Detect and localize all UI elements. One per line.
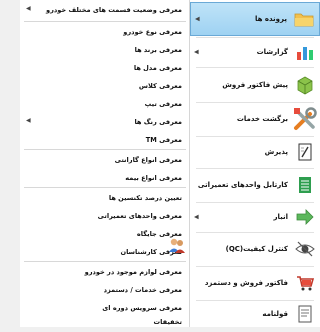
submenu-item-label: معرفی لوازم موجود در خودرو: [84, 268, 182, 276]
submenu-item-repair-units[interactable]: معرفی واحدهای تعمیراتی: [20, 206, 190, 226]
menu-item-label: گزارشات: [256, 48, 288, 56]
menu-item-service-return[interactable]: برگشت خدمات: [190, 103, 320, 135]
menu-item-label: پذیرش: [264, 148, 288, 156]
submenu-item-label: معرفی وضعیت قسمت های مختلف خودرو: [46, 6, 182, 14]
menu-item-label: برگشت خدمات: [236, 115, 288, 123]
users-icon: [169, 238, 185, 253]
main-menu: ◀ پرونده ها ◀ گزارشات پیش فاکتور فروش بر…: [190, 0, 320, 327]
folder-icon: [294, 13, 314, 27]
menu-item-label: کنترل کیفیت(QC): [225, 245, 288, 253]
submenu-item-label: معرفی انواع گارانتی: [114, 156, 182, 164]
submenu-item-vehicle-parts-status[interactable]: معرفی وضعیت قسمت های مختلف خودرو ◀: [20, 0, 190, 20]
submenu-item-label: تخفیفات: [153, 318, 182, 326]
chevron-left-icon: ◀: [26, 117, 31, 124]
submenu-item-label: تعیین درصد تکنسین ها: [108, 194, 182, 202]
submenu-item-class[interactable]: معرفی کلاس: [20, 76, 190, 96]
chevron-left-icon: ◀: [195, 15, 200, 23]
chevron-left-icon: ◀: [194, 48, 199, 56]
submenu-item-label: معرفی واحدهای تعمیراتی: [97, 212, 182, 220]
menu-item-sales-invoice[interactable]: فاکتور فروش و دستمزد: [190, 267, 320, 299]
menu-item-contract[interactable]: قولنامه: [190, 301, 320, 327]
menu-item-label: فاکتور فروش و دستمزد: [204, 279, 288, 287]
submenu-item-label: معرفی TM: [145, 136, 182, 144]
submenu-item-label: معرفی سرویس دوره ای: [102, 304, 182, 312]
chevron-left-icon: ◀: [194, 213, 199, 221]
submenu-item-insurance-types[interactable]: معرفی انواع بیمه: [20, 168, 190, 188]
submenu-item-label: معرفی رنگ ها: [134, 118, 182, 126]
chevron-left-icon: ◀: [26, 5, 31, 12]
submenu-item-warranty-types[interactable]: معرفی انواع گارانتی: [20, 150, 190, 170]
submenu-item-models[interactable]: معرفی مدل ها: [20, 58, 190, 78]
menu-item-files[interactable]: ◀ پرونده ها: [190, 2, 320, 36]
submenu-item-bays[interactable]: معرفی جایگاه: [20, 224, 190, 244]
submenu-item-label: معرفی تیپ: [144, 100, 182, 108]
pre-invoice-icon: [297, 76, 313, 95]
submenu-item-label: معرفی کلاس: [138, 82, 182, 90]
submenu-item-trim[interactable]: معرفی تیپ: [20, 94, 190, 114]
submenu-item-colors[interactable]: معرفی رنگ ها ◀: [20, 112, 190, 132]
menu-item-quality-control[interactable]: کنترل کیفیت(QC): [190, 233, 320, 265]
tools-icon: [294, 107, 317, 130]
submenu-item-label: معرفی برند ها: [134, 46, 182, 54]
menu-item-label: پرونده ها: [254, 15, 287, 23]
shopping-cart-icon: [297, 276, 315, 291]
submenu-item-vehicle-accessories[interactable]: معرفی لوازم موجود در خودرو: [20, 262, 190, 282]
contract-icon: [298, 305, 312, 323]
menu-item-label: کارتابل واحدهای تعمیراتی: [197, 181, 288, 189]
submenu-item-label: معرفی خدمات / دستمزد: [103, 286, 182, 294]
submenu-item-label: معرفی مدل ها: [133, 64, 182, 72]
reports-icon: [297, 47, 313, 60]
menu-item-reception[interactable]: پذیرش: [190, 137, 320, 167]
eye-icon: [295, 241, 315, 257]
menu-item-workshop-cartable[interactable]: کارتابل واحدهای تعمیراتی: [190, 169, 320, 201]
files-submenu: معرفی وضعیت قسمت های مختلف خودرو ◀ معرفی…: [20, 0, 190, 327]
submenu-item-label: معرفی انواع بیمه: [125, 174, 182, 182]
menu-item-label: انبار: [273, 213, 288, 221]
submenu-item-technician-percent[interactable]: تعیین درصد تکنسین ها: [20, 188, 190, 208]
spreadsheet-icon: [299, 177, 311, 193]
submenu-item-services-wages[interactable]: معرفی خدمات / دستمزد: [20, 280, 190, 300]
reception-icon: [298, 143, 312, 161]
menu-item-label: پیش فاکتور فروش: [222, 81, 288, 89]
submenu-item-tm[interactable]: معرفی TM: [20, 130, 190, 150]
submenu-item-experts[interactable]: معرفی کارشناسان: [20, 242, 190, 262]
menu-item-warehouse[interactable]: ◀ انبار: [190, 203, 320, 231]
submenu-item-brands[interactable]: معرفی برند ها: [20, 40, 190, 60]
menu-item-reports[interactable]: ◀ گزارشات: [190, 38, 320, 66]
submenu-item-vehicle-type[interactable]: معرفی نوع خودرو: [20, 22, 190, 42]
menu-item-pre-invoice[interactable]: پیش فاکتور فروش: [190, 69, 320, 101]
submenu-item-label: معرفی نوع خودرو: [123, 28, 182, 36]
menu-item-label: قولنامه: [262, 310, 288, 318]
menu-separator: [196, 67, 314, 68]
arrow-right-icon: [296, 209, 314, 225]
submenu-item-discounts[interactable]: تخفیفات: [20, 312, 190, 332]
